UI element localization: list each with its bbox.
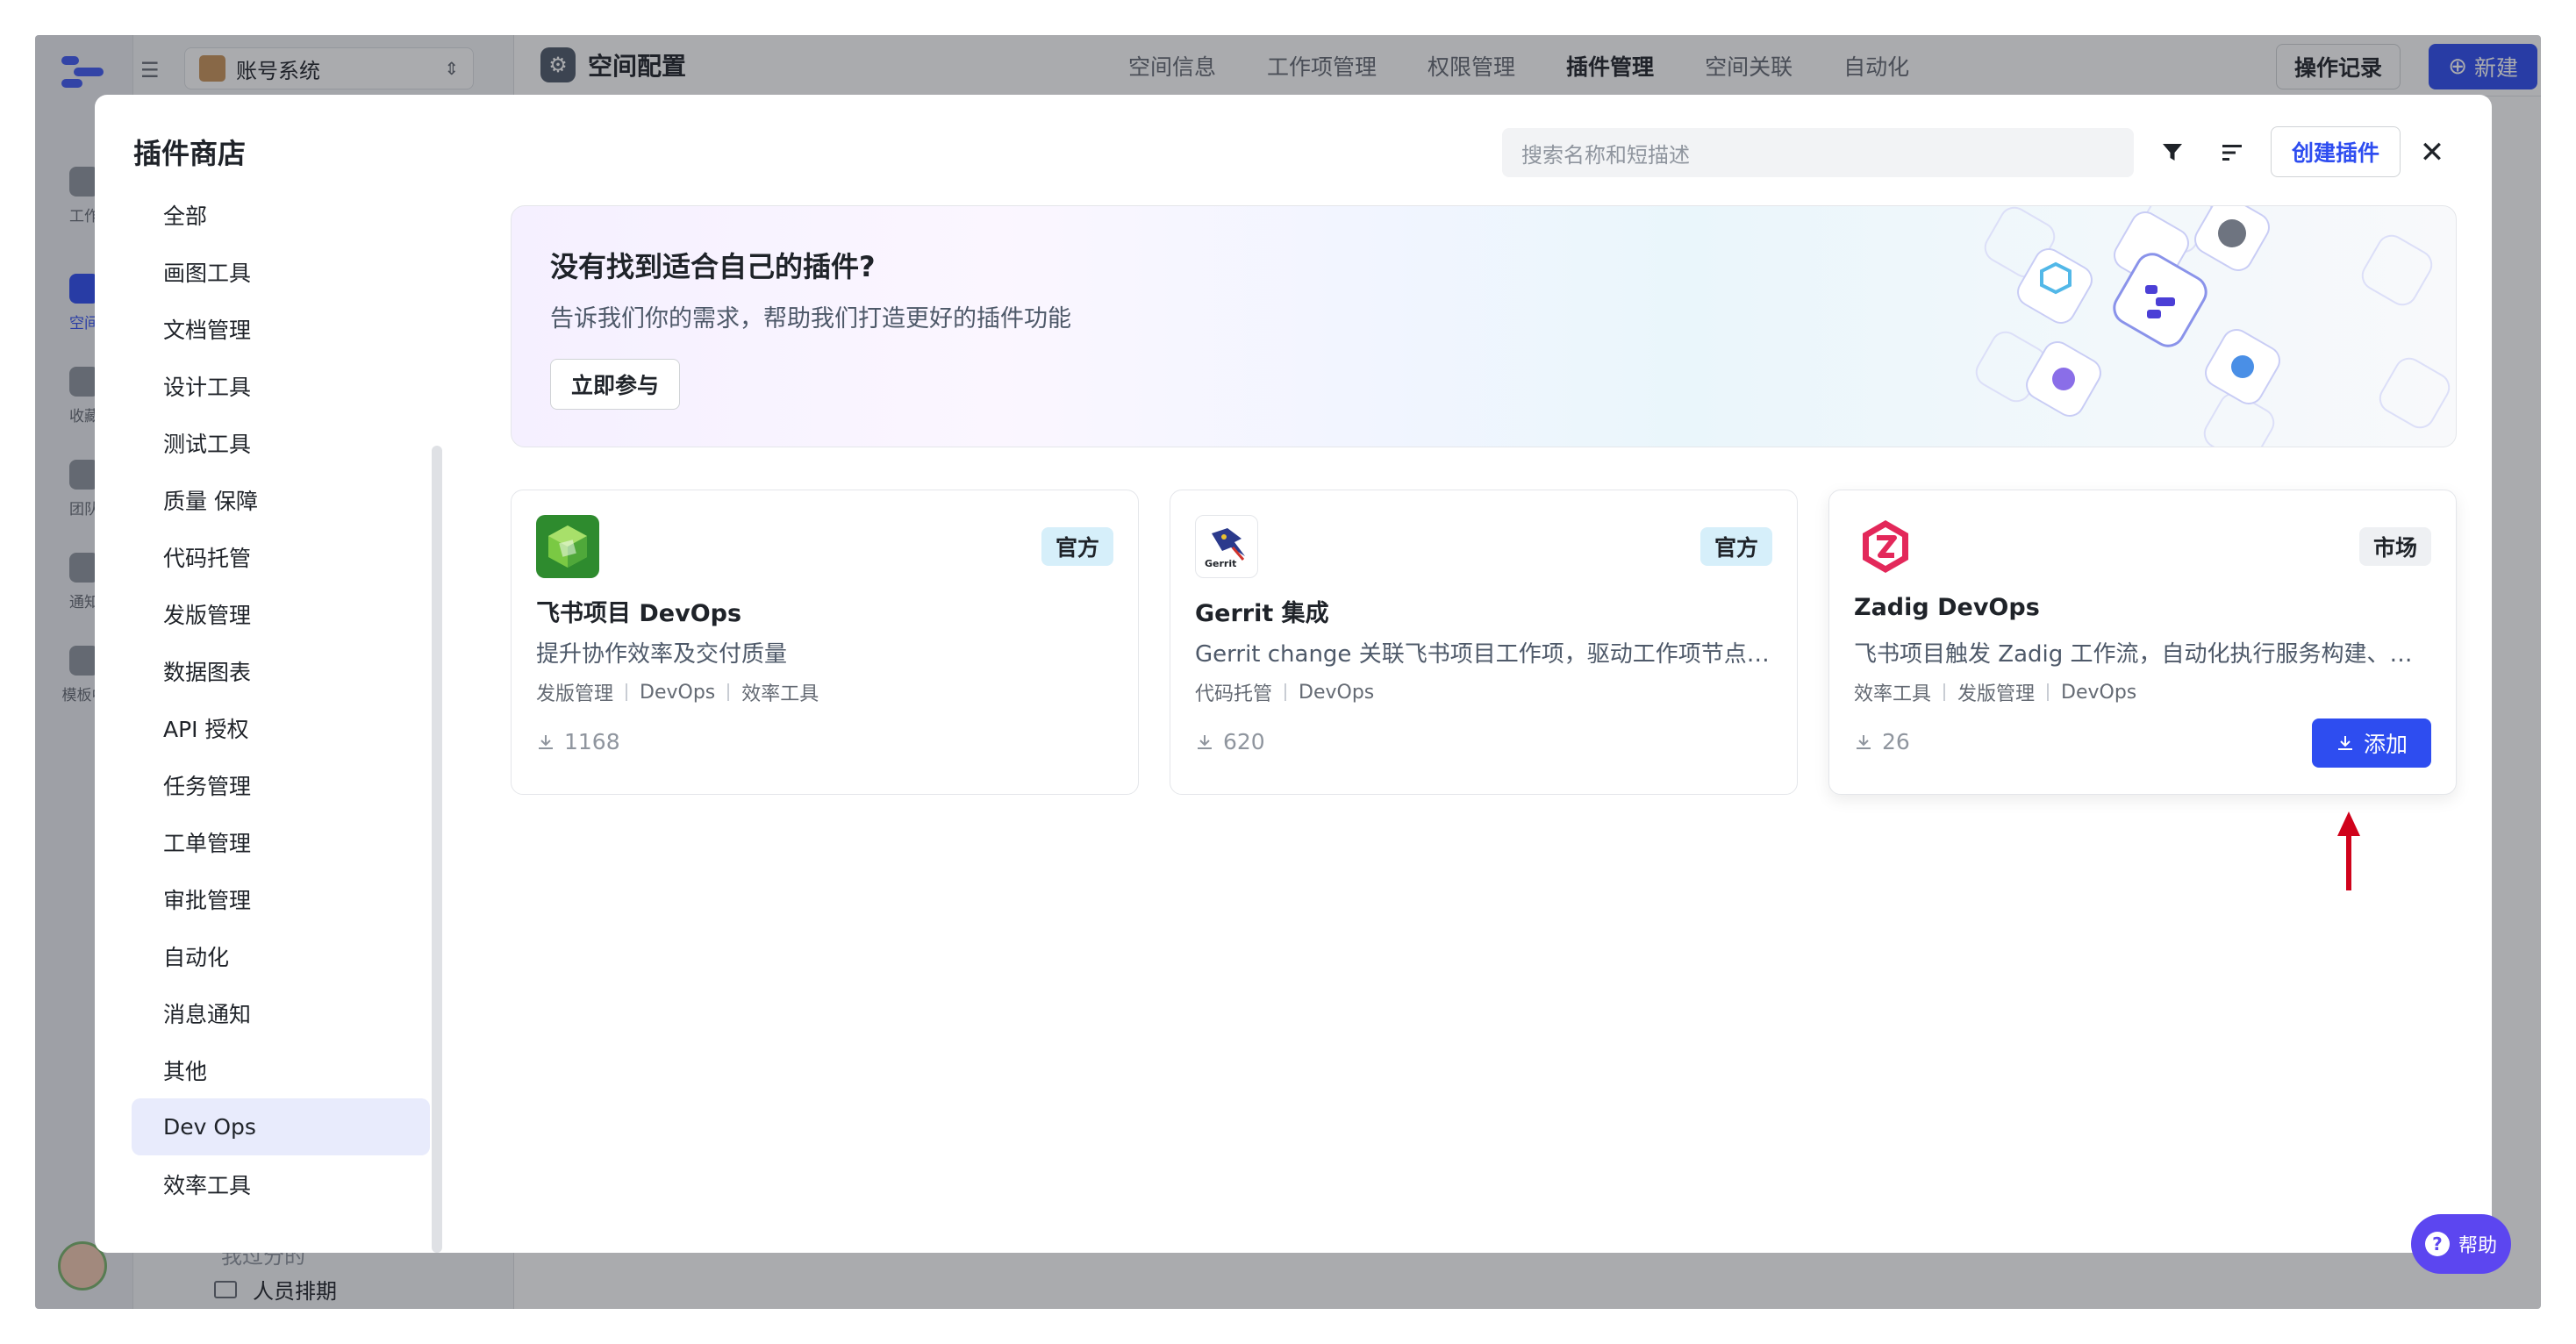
download-count: 620 [1195, 729, 1265, 754]
feedback-banner: 没有找到适合自己的插件? 告诉我们你的需求，帮助我们打造更好的插件功能 立即参与 [511, 205, 2457, 447]
plugin-card[interactable]: 官方 飞书项目 DevOps 提升协作效率及交付质量 发版管理 DevOps 效… [511, 490, 1139, 795]
plugin-card[interactable]: Gerrit 官方 Gerrit 集成 Gerrit change 关联飞书项目… [1170, 490, 1798, 795]
category-list: 全部 画图工具 文档管理 设计工具 测试工具 质量 保障 代码托管 发版管理 数… [132, 186, 430, 1212]
category-scrollbar[interactable] [432, 446, 442, 1253]
download-icon [2337, 736, 2352, 750]
category-item[interactable]: 审批管理 [132, 870, 430, 927]
svg-text:Gerrit: Gerrit [1205, 558, 1236, 569]
plugin-tiles-illustration [1975, 206, 2451, 447]
divider [1943, 683, 1946, 701]
category-item[interactable]: 代码托管 [132, 528, 430, 585]
plugin-card-hovered[interactable]: 市场 Zadig DevOps 飞书项目触发 Zadig 工作流，自动化执行服务… [1828, 490, 2457, 795]
divider [626, 683, 628, 701]
category-item[interactable]: 测试工具 [132, 414, 430, 471]
create-plugin-button[interactable]: 创建插件 [2271, 126, 2401, 177]
search-input[interactable]: 搜索名称和短描述 [1502, 128, 2134, 177]
join-now-button[interactable]: 立即参与 [550, 359, 680, 410]
gerrit-icon: Gerrit [1195, 515, 1258, 578]
help-button[interactable]: ? 帮助 [2411, 1214, 2511, 1274]
category-item[interactable]: 质量 保障 [132, 471, 430, 528]
filter-icon[interactable] [2153, 133, 2192, 172]
tag: DevOps [640, 681, 716, 704]
tag: 发版管理 [536, 683, 614, 705]
category-item-active[interactable]: Dev Ops [132, 1098, 430, 1155]
app-window: 工作 空间 收藏 团队 通知 模板中 ☰ 账号系统 ⇕ 我过分的 人员排期 ⚙ … [35, 35, 2541, 1309]
tag: DevOps [2061, 681, 2137, 704]
close-icon[interactable]: ✕ [2413, 133, 2451, 172]
plugin-description: Gerrit change 关联飞书项目工作项，驱动工作项节点流... [1195, 641, 1772, 668]
plugin-description: 飞书项目触发 Zadig 工作流，自动化执行服务构建、部... [1854, 641, 2431, 668]
tag: 发版管理 [1957, 683, 2036, 705]
tag: 效率工具 [1854, 683, 1932, 705]
category-item[interactable]: 画图工具 [132, 243, 430, 300]
category-item[interactable]: 效率工具 [132, 1155, 430, 1212]
plugin-tags: 发版管理 DevOps 效率工具 [536, 678, 819, 706]
category-item[interactable]: 任务管理 [132, 756, 430, 813]
plugin-name: Zadig DevOps [1854, 594, 2040, 621]
sort-icon[interactable] [2213, 133, 2251, 172]
tag: 代码托管 [1195, 683, 1273, 705]
official-badge: 官方 [1699, 527, 1772, 566]
official-badge: 官方 [1041, 527, 1113, 566]
plugin-tags: 代码托管 DevOps [1195, 678, 1374, 706]
download-count: 26 [1854, 729, 1910, 754]
download-icon [1198, 734, 1212, 749]
divider [1284, 683, 1287, 701]
annotation-arrow-icon [2337, 811, 2360, 890]
divider [2047, 683, 2050, 701]
category-item[interactable]: 消息通知 [132, 984, 430, 1041]
category-item[interactable]: 自动化 [132, 927, 430, 984]
tag: DevOps [1299, 681, 1375, 704]
plugin-tags: 效率工具 发版管理 DevOps [1854, 678, 2136, 706]
add-plugin-button[interactable]: 添加 [2312, 718, 2431, 768]
category-item[interactable]: API 授权 [132, 699, 430, 756]
category-item[interactable]: 文档管理 [132, 300, 430, 357]
tag: 效率工具 [741, 683, 819, 705]
category-item[interactable]: 数据图表 [132, 642, 430, 699]
download-icon [1857, 734, 1871, 749]
category-item[interactable]: 其他 [132, 1041, 430, 1098]
question-icon: ? [2424, 1232, 2450, 1256]
banner-subtitle: 告诉我们你的需求，帮助我们打造更好的插件功能 [550, 305, 1071, 332]
banner-title: 没有找到适合自己的插件? [550, 250, 876, 283]
modal-title: 插件商店 [133, 137, 247, 170]
download-count: 1168 [536, 729, 620, 754]
market-badge: 市场 [2358, 527, 2431, 566]
category-item[interactable]: 全部 [132, 186, 430, 243]
plugin-name: Gerrit 集成 [1195, 600, 1329, 627]
plugin-store-modal: 插件商店 搜索名称和短描述 创建插件 ✕ 全部 画图工具 文档管理 设计工具 测… [95, 95, 2492, 1253]
zadig-icon [1854, 515, 1917, 578]
divider [727, 683, 730, 701]
download-icon [539, 734, 553, 749]
category-item[interactable]: 设计工具 [132, 357, 430, 414]
category-item[interactable]: 工单管理 [132, 813, 430, 870]
category-item[interactable]: 发版管理 [132, 585, 430, 642]
devops-cube-icon [536, 515, 599, 578]
plugin-description: 提升协作效率及交付质量 [536, 641, 788, 668]
plugin-name: 飞书项目 DevOps [536, 600, 742, 627]
